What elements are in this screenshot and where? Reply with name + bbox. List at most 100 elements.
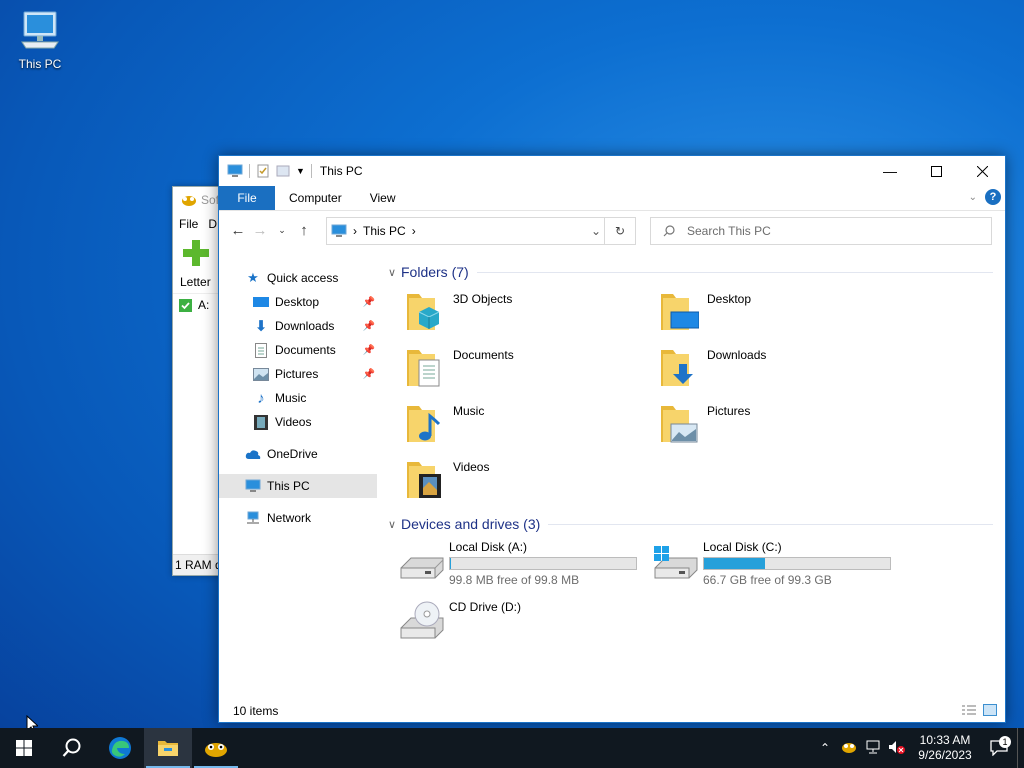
tab-file[interactable]: File — [219, 186, 275, 210]
clock[interactable]: 10:33 AM 9/26/2023 — [909, 733, 981, 763]
drives-group-header[interactable]: ∨ Devices and drives (3) — [383, 512, 1005, 536]
tray-camel-icon[interactable] — [837, 740, 861, 756]
drive-item-d[interactable]: CD Drive (D:) — [399, 600, 649, 650]
address-dropdown-icon[interactable]: ⌄ — [591, 224, 601, 238]
hard-drive-icon — [399, 540, 445, 586]
bg-menu-d[interactable]: D — [208, 217, 217, 231]
camel-icon — [182, 196, 196, 206]
refresh-button[interactable]: ↻ — [604, 218, 635, 244]
sidebar-item-documents[interactable]: Documents 📌 — [219, 338, 377, 362]
drive-name: Local Disk (C:) — [703, 540, 782, 554]
qat-dropdown-icon[interactable]: ▼ — [296, 166, 305, 176]
taskbar-file-explorer-button[interactable] — [144, 728, 192, 768]
content-area: ∨ Folders (7) 3D Objects Desktop Documen… — [383, 260, 1005, 639]
folder-pictures-icon — [659, 402, 699, 444]
document-icon — [253, 342, 269, 358]
video-icon — [253, 414, 269, 430]
music-icon: ♪ — [257, 389, 265, 407]
window-title: This PC — [319, 164, 363, 178]
folder-documents-icon — [405, 346, 445, 388]
folder-item-3d-objects[interactable]: 3D Objects — [405, 290, 645, 340]
checkbox-checked-icon[interactable] — [179, 298, 192, 312]
sidebar-item-label: This PC — [267, 479, 310, 493]
drive-name: CD Drive (D:) — [449, 600, 521, 614]
folder-item-pictures[interactable]: Pictures — [659, 402, 899, 452]
folders-group-title: Folders (7) — [401, 264, 469, 280]
bg-menu-file[interactable]: File — [179, 217, 198, 231]
forward-button[interactable]: → — [249, 222, 271, 239]
up-button[interactable]: ↑ — [293, 222, 315, 239]
action-center-button[interactable]: 1 — [981, 736, 1017, 756]
help-icon[interactable]: ? — [985, 189, 1001, 205]
desktop-icon-this-pc[interactable]: This PC — [10, 8, 70, 71]
sidebar-item-label: Downloads — [275, 319, 335, 333]
search-input[interactable]: Search This PC — [650, 217, 992, 245]
tab-view[interactable]: View — [356, 191, 410, 205]
status-bar-item-count: 10 items — [233, 704, 279, 718]
cloud-icon — [245, 446, 261, 462]
new-folder-icon[interactable] — [276, 164, 290, 178]
maximize-button[interactable] — [913, 156, 959, 186]
drive-item-c[interactable]: Local Disk (C:) 66.7 GB free of 99.3 GB — [653, 540, 903, 590]
show-desktop-button[interactable] — [1017, 728, 1024, 768]
clock-time: 10:33 AM — [919, 733, 971, 747]
search-button[interactable] — [48, 728, 96, 768]
folder-item-videos[interactable]: Videos — [405, 458, 645, 508]
chevron-right-icon[interactable]: › — [412, 224, 416, 238]
folder-item-downloads[interactable]: Downloads — [659, 346, 899, 396]
network-status-icon[interactable] — [861, 740, 885, 757]
chevron-down-icon[interactable]: ∨ — [383, 266, 401, 279]
file-explorer-window[interactable]: ▼ This PC — File Computer View ⌄ ? ← → ⌄… — [218, 155, 1006, 723]
start-button[interactable] — [0, 728, 48, 768]
taskbar-camel-app-button[interactable] — [192, 728, 240, 768]
large-icons-view-icon[interactable] — [983, 704, 997, 716]
drive-usage-fill — [704, 558, 766, 569]
folder-desktop-icon — [659, 290, 700, 332]
volume-muted-icon[interactable] — [885, 740, 909, 757]
sidebar-item-onedrive[interactable]: OneDrive — [219, 442, 377, 466]
drive-free-space: 66.7 GB free of 99.3 GB — [703, 573, 832, 587]
folder-3d-objects-icon — [405, 290, 445, 332]
sidebar-item-pictures[interactable]: Pictures 📌 — [219, 362, 377, 386]
sidebar-item-label: Documents — [275, 343, 336, 357]
properties-icon[interactable] — [256, 164, 270, 178]
explorer-titlebar[interactable]: ▼ This PC — — [219, 156, 1005, 186]
close-icon — [976, 165, 988, 177]
chevron-right-icon[interactable]: › — [353, 224, 357, 238]
search-icon — [663, 225, 675, 237]
back-button[interactable]: ← — [227, 222, 249, 239]
sidebar-item-music[interactable]: ♪ Music — [219, 386, 377, 410]
folder-item-desktop[interactable]: Desktop — [659, 290, 899, 340]
clock-date: 9/26/2023 — [918, 748, 972, 762]
bg-window-title: Sof — [201, 193, 220, 207]
show-hidden-icons-chevron-icon[interactable]: ⌃ — [813, 741, 837, 755]
chevron-down-icon[interactable]: ∨ — [383, 518, 401, 531]
camel-icon — [205, 743, 227, 757]
taskbar-edge-button[interactable] — [96, 728, 144, 768]
add-icon[interactable] — [181, 238, 211, 268]
drive-item-a[interactable]: Local Disk (A:) 99.8 MB free of 99.8 MB — [399, 540, 649, 590]
recent-locations-button[interactable]: ⌄ — [271, 225, 293, 236]
sidebar-item-downloads[interactable]: ⬇ Downloads 📌 — [219, 314, 377, 338]
sidebar-item-network[interactable]: Network — [219, 506, 377, 530]
sidebar-item-videos[interactable]: Videos — [219, 410, 377, 434]
network-icon — [245, 510, 261, 526]
drive-free-space: 99.8 MB free of 99.8 MB — [449, 573, 580, 587]
folder-label: Desktop — [707, 292, 752, 306]
folders-group-header[interactable]: ∨ Folders (7) — [383, 260, 1005, 284]
qat-separator-2 — [310, 164, 312, 178]
address-segment[interactable]: This PC — [363, 224, 406, 238]
folder-videos-icon — [405, 458, 445, 500]
details-view-icon[interactable] — [961, 704, 977, 716]
minimize-button[interactable]: — — [867, 156, 913, 186]
folder-item-documents[interactable]: Documents — [405, 346, 645, 396]
sidebar-item-quick-access[interactable]: ★ Quick access — [219, 266, 377, 290]
sidebar-item-desktop[interactable]: Desktop 📌 — [219, 290, 377, 314]
address-bar[interactable]: › This PC › ⌄ ↻ — [326, 217, 636, 245]
sidebar-item-label: Pictures — [275, 367, 319, 381]
expand-ribbon-icon[interactable]: ⌄ — [969, 192, 977, 203]
tab-computer[interactable]: Computer — [275, 191, 356, 205]
folder-item-music[interactable]: Music — [405, 402, 645, 452]
sidebar-item-this-pc[interactable]: This PC — [219, 474, 377, 498]
close-button[interactable] — [959, 156, 1005, 186]
